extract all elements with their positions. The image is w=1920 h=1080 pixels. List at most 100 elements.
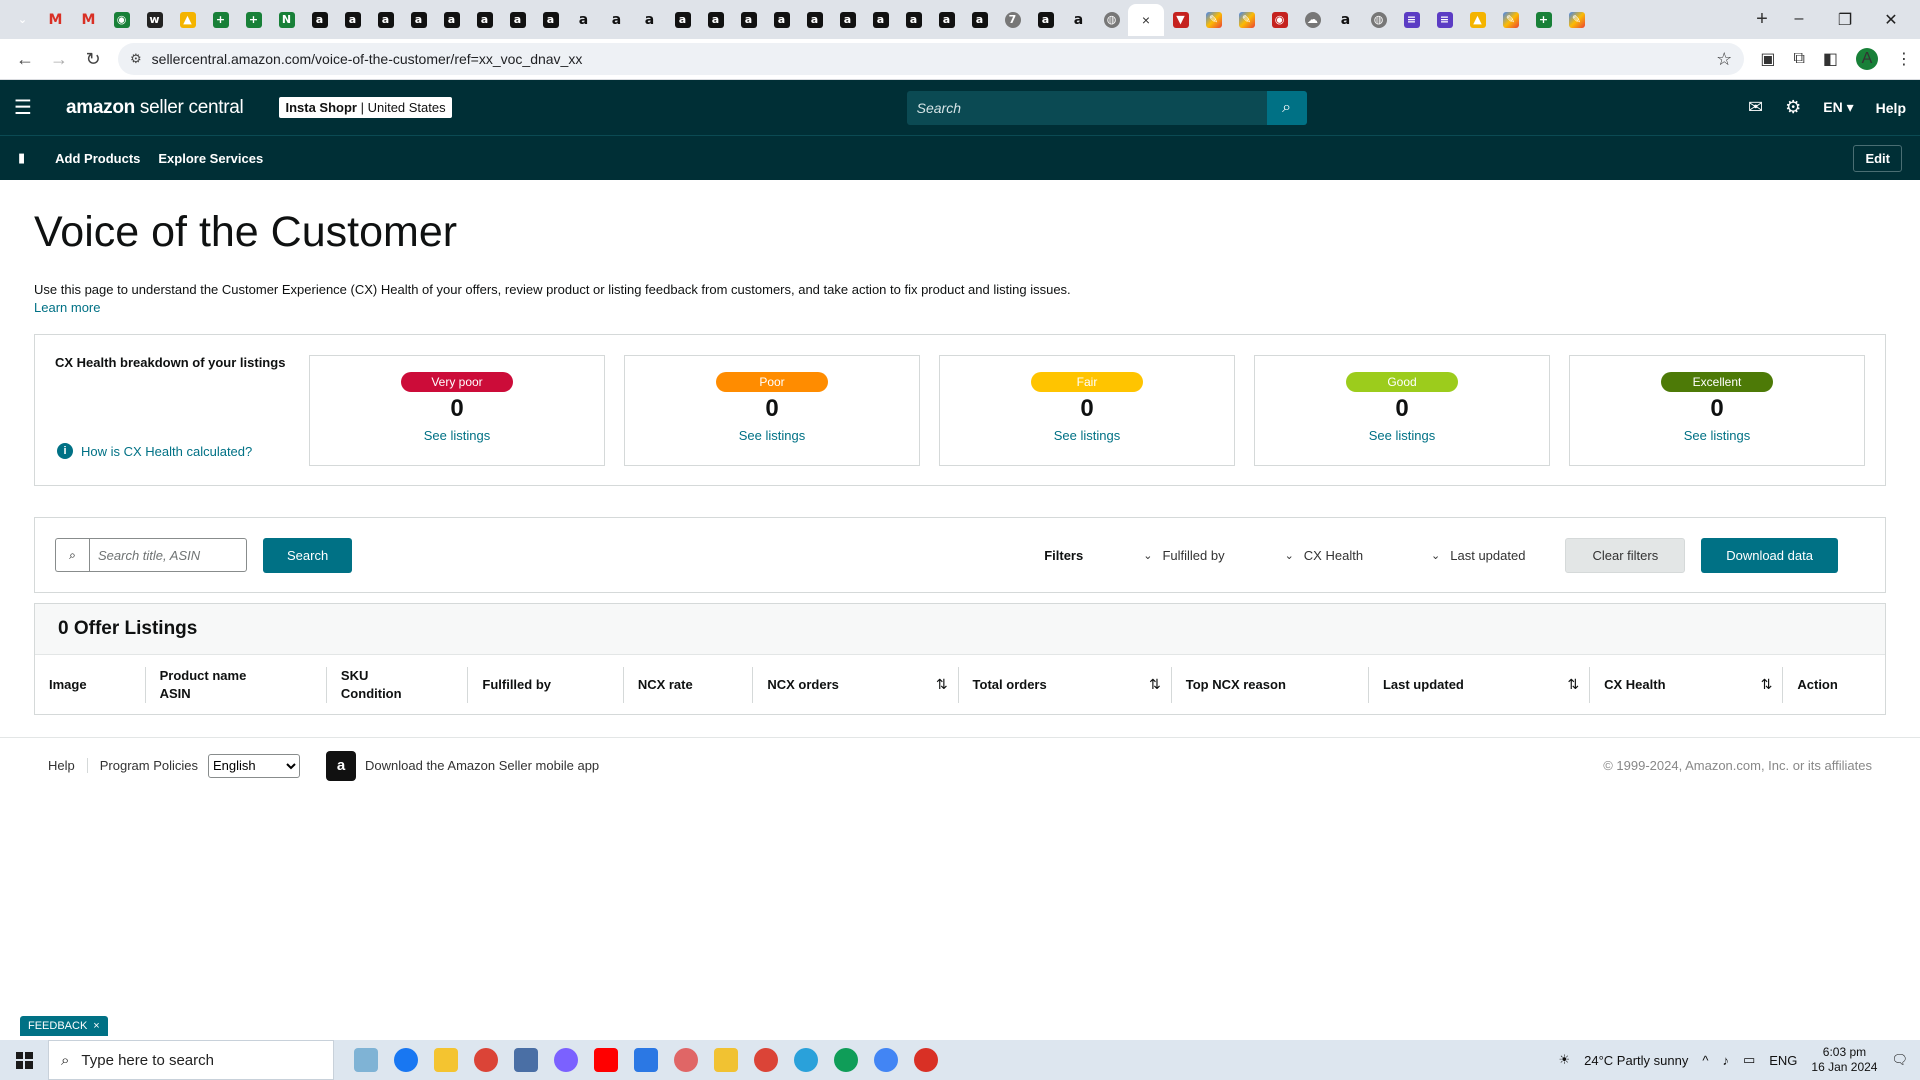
browser-tab[interactable]: a bbox=[666, 4, 699, 36]
browser-tab[interactable]: a bbox=[534, 4, 567, 36]
taskbar-app[interactable] bbox=[706, 1040, 746, 1080]
browser-tab[interactable]: a bbox=[336, 4, 369, 36]
language-selector[interactable]: EN ▾ bbox=[1823, 99, 1853, 116]
browser-tab[interactable]: ▲ bbox=[171, 4, 204, 36]
browser-tab[interactable]: N bbox=[270, 4, 303, 36]
browser-tab[interactable]: ≡ bbox=[1395, 4, 1428, 36]
cx-health-help-text[interactable]: How is CX Health calculated? bbox=[81, 444, 252, 459]
browser-tab[interactable]: 7 bbox=[996, 4, 1029, 36]
site-info-icon[interactable]: ⚙ bbox=[130, 51, 142, 67]
taskbar-app[interactable] bbox=[506, 1040, 546, 1080]
browser-tab[interactable]: ≡ bbox=[1428, 4, 1461, 36]
sort-icon[interactable]: ⇅ bbox=[936, 676, 948, 693]
search-icon[interactable]: ⌕ bbox=[1266, 90, 1307, 125]
feedback-close-icon[interactable]: × bbox=[93, 1020, 99, 1032]
browser-tab[interactable]: + bbox=[204, 4, 237, 36]
footer-policies-link[interactable]: Program Policies bbox=[100, 758, 198, 773]
browser-tab[interactable]: a bbox=[1329, 4, 1362, 36]
browser-tab[interactable]: a bbox=[1062, 4, 1095, 36]
taskbar-app[interactable] bbox=[746, 1040, 786, 1080]
browser-tab[interactable]: ⌄ bbox=[6, 4, 39, 36]
browser-tab[interactable]: a bbox=[567, 4, 600, 36]
url-text[interactable]: sellercentral.amazon.com/voice-of-the-cu… bbox=[152, 51, 1717, 67]
footer-language-select[interactable]: English bbox=[208, 753, 301, 778]
bookmark-icon[interactable]: ▮ bbox=[18, 150, 25, 166]
mobile-app-link[interactable]: Download the Amazon Seller mobile app bbox=[365, 758, 599, 773]
listing-search-input[interactable] bbox=[89, 538, 247, 572]
last-updated-dropdown[interactable]: ⌄ Last updated bbox=[1431, 548, 1525, 563]
browser-tab[interactable]: ✎ bbox=[1197, 4, 1230, 36]
taskbar-app[interactable] bbox=[466, 1040, 506, 1080]
profile-avatar[interactable]: A bbox=[1856, 48, 1878, 70]
clock[interactable]: 6:03 pm 16 Jan 2024 bbox=[1811, 1045, 1877, 1075]
taskbar-app[interactable] bbox=[666, 1040, 706, 1080]
minimize-button[interactable]: – bbox=[1776, 10, 1822, 30]
tray-overflow-icon[interactable]: ^ bbox=[1702, 1053, 1708, 1068]
input-language[interactable]: ENG bbox=[1769, 1053, 1797, 1068]
edit-nav-button[interactable]: Edit bbox=[1853, 144, 1902, 172]
learn-more-link[interactable]: Learn more bbox=[34, 300, 100, 315]
browser-tab[interactable]: M bbox=[72, 4, 105, 36]
sort-icon[interactable]: ⇅ bbox=[1149, 676, 1161, 693]
taskbar-app[interactable] bbox=[386, 1040, 426, 1080]
browser-tab[interactable]: ☁ bbox=[1296, 4, 1329, 36]
browser-tab[interactable]: a bbox=[303, 4, 336, 36]
browser-tab[interactable]: ▼ bbox=[1164, 4, 1197, 36]
help-link[interactable]: Help bbox=[1876, 100, 1906, 116]
browser-tab[interactable]: a bbox=[1029, 4, 1062, 36]
start-button[interactable] bbox=[0, 1051, 48, 1069]
sort-icon[interactable]: ⇅ bbox=[1761, 676, 1773, 693]
browser-tab[interactable]: w bbox=[138, 4, 171, 36]
column-header[interactable]: Total orders ⇅ bbox=[957, 666, 1171, 703]
header-search-input[interactable] bbox=[906, 90, 1267, 125]
cx-health-dropdown[interactable]: ⌄ CX Health bbox=[1285, 548, 1363, 563]
network-icon[interactable]: ▭ bbox=[1743, 1052, 1755, 1068]
forward-icon[interactable]: → bbox=[42, 49, 76, 70]
search-button[interactable]: Search bbox=[263, 537, 353, 573]
see-listings-link[interactable]: See listings bbox=[1684, 428, 1750, 443]
taskbar-app[interactable] bbox=[906, 1040, 946, 1080]
volume-icon[interactable]: ♪ bbox=[1722, 1053, 1729, 1068]
taskbar-app[interactable] bbox=[866, 1040, 906, 1080]
browser-tab[interactable]: a bbox=[468, 4, 501, 36]
clear-filters-button[interactable]: Clear filters bbox=[1565, 537, 1686, 573]
column-header[interactable]: NCX orders ⇅ bbox=[752, 666, 957, 703]
extension-off-icon[interactable]: ▣ bbox=[1760, 49, 1775, 69]
fulfilled-by-dropdown[interactable]: ⌄ Fulfilled by bbox=[1143, 548, 1224, 563]
browser-tab[interactable]: ◉ bbox=[105, 4, 138, 36]
browser-tab[interactable]: a bbox=[732, 4, 765, 36]
browser-tab[interactable]: a bbox=[435, 4, 468, 36]
browser-tab[interactable]: a bbox=[897, 4, 930, 36]
taskbar-app[interactable] bbox=[626, 1040, 666, 1080]
nav-explore-services[interactable]: Explore Services bbox=[158, 151, 263, 166]
browser-tab[interactable]: a bbox=[930, 4, 963, 36]
mail-icon[interactable]: ✉ bbox=[1748, 97, 1763, 118]
taskbar-app[interactable] bbox=[546, 1040, 586, 1080]
restore-button[interactable]: ❐ bbox=[1822, 10, 1868, 30]
side-panel-icon[interactable]: ◧ bbox=[1823, 49, 1838, 69]
sort-icon[interactable]: ⇅ bbox=[1567, 676, 1579, 693]
browser-tab[interactable]: a bbox=[501, 4, 534, 36]
browser-tab[interactable]: ✎ bbox=[1494, 4, 1527, 36]
browser-tab[interactable]: ✎ bbox=[1230, 4, 1263, 36]
bookmark-star-icon[interactable]: ☆ bbox=[1716, 49, 1732, 70]
browser-tab[interactable]: a bbox=[699, 4, 732, 36]
browser-menu-icon[interactable]: ⋮ bbox=[1896, 49, 1912, 69]
extensions-puzzle-icon[interactable]: ⧉ bbox=[1793, 50, 1804, 68]
taskbar-app[interactable] bbox=[346, 1040, 386, 1080]
browser-tab[interactable]: ◉ bbox=[1263, 4, 1296, 36]
back-icon[interactable]: ← bbox=[8, 49, 42, 70]
gear-icon[interactable]: ⚙ bbox=[1785, 97, 1801, 118]
browser-tab[interactable]: a bbox=[798, 4, 831, 36]
browser-tab[interactable]: a bbox=[600, 4, 633, 36]
see-listings-link[interactable]: See listings bbox=[1369, 428, 1435, 443]
browser-tab[interactable]: + bbox=[1527, 4, 1560, 36]
column-header[interactable]: Last updated ⇅ bbox=[1367, 666, 1589, 703]
footer-help-link[interactable]: Help bbox=[48, 758, 88, 773]
browser-tab[interactable]: a bbox=[864, 4, 897, 36]
taskbar-app[interactable] bbox=[426, 1040, 466, 1080]
hamburger-menu-icon[interactable]: ☰ bbox=[14, 95, 52, 120]
see-listings-link[interactable]: See listings bbox=[1054, 428, 1120, 443]
browser-tab[interactable]: ✎ bbox=[1560, 4, 1593, 36]
browser-tab[interactable]: a bbox=[402, 4, 435, 36]
